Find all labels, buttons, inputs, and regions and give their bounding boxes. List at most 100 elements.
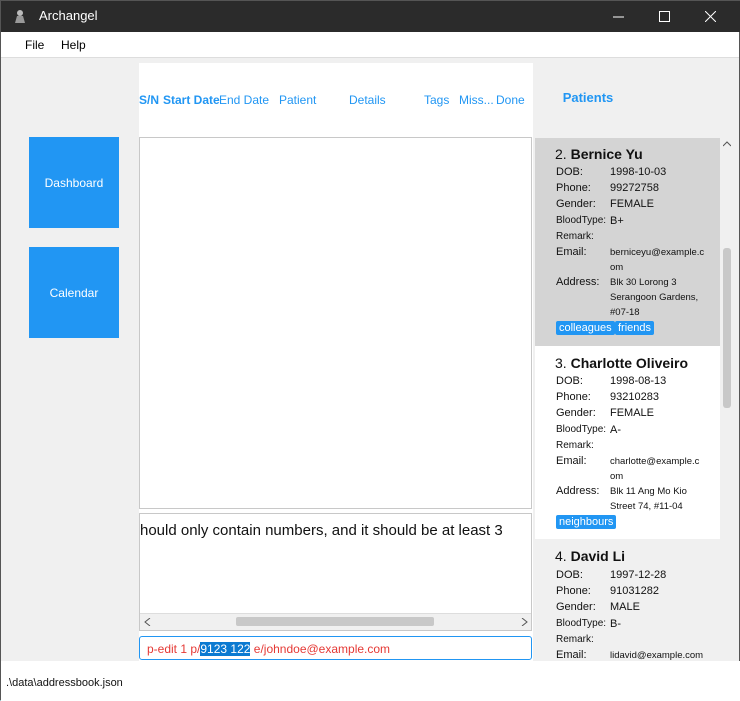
address-line-1: Blk 11 Ang Mo Kio [610, 486, 687, 497]
patient-index: 3. [555, 355, 567, 371]
result-text: hould only contain numbers, and it shoul… [140, 522, 503, 539]
column-done[interactable]: Done [496, 93, 525, 107]
patient-card[interactable]: 4. David Li DOB: 1997-12-28 Phone: 91031… [535, 539, 720, 661]
address-line-3: #07-18 [610, 307, 640, 318]
scroll-right-icon[interactable] [520, 618, 528, 626]
dob-label: DOB: [556, 166, 583, 178]
patient-name: 4. David Li [555, 548, 625, 564]
result-horizontal-scrollbar[interactable] [140, 613, 531, 630]
phone-label: Phone: [556, 391, 591, 403]
status-bar: .\data\addressbook.json [1, 661, 740, 701]
patient-name-text: David Li [570, 548, 626, 564]
dob-value: 1997-12-28 [610, 569, 667, 581]
patient-card[interactable]: 3. Charlotte Oliveiro DOB: 1998-08-13 Ph… [535, 346, 720, 539]
phone-value: 99272758 [610, 182, 659, 194]
app-window: Archangel File Help Dashboard Calendar S… [0, 0, 740, 701]
minimize-icon [612, 16, 624, 18]
gender-label: Gender: [556, 407, 596, 419]
patient-name-text: Bernice Yu [570, 146, 643, 162]
email-line-1: charlotte@example.c [610, 456, 700, 467]
column-patient[interactable]: Patient [279, 93, 316, 107]
tag: friends [615, 321, 655, 335]
column-end-date[interactable]: End Date [219, 93, 269, 107]
address-line-1: Blk 30 Lorong 3 [610, 277, 677, 288]
patient-index: 4. [555, 548, 567, 564]
calendar-button[interactable]: Calendar [29, 247, 119, 338]
patient-name: 3. Charlotte Oliveiro [555, 355, 688, 371]
patient-list[interactable]: 2. Bernice Yu DOB: 1998-10-03 Phone: 992… [535, 138, 720, 661]
email-line-2: om [610, 471, 624, 482]
appointment-table-header: S/N Start Date End Date Patient Details … [139, 63, 533, 137]
archangel-logo-icon [15, 10, 25, 23]
address-line-2: Street 74, #11-04 [610, 501, 683, 512]
bloodtype-label: BloodType: [556, 618, 607, 629]
sidebar: Dashboard Calendar [1, 58, 139, 661]
close-button[interactable] [687, 1, 733, 32]
dob-value: 1998-10-03 [610, 166, 667, 178]
column-start-date[interactable]: Start Date [163, 93, 220, 107]
patient-list-scroll-thumb[interactable] [723, 248, 731, 408]
command-text-before: p-edit 1 p/ [147, 642, 201, 656]
phone-value: 91031282 [610, 585, 659, 597]
phone-value: 93210283 [610, 391, 659, 403]
bloodtype-label: BloodType: [556, 424, 607, 435]
phone-label: Phone: [556, 182, 591, 194]
maximize-button[interactable] [641, 1, 687, 32]
remark-label: Remark: [556, 231, 594, 242]
column-missed[interactable]: Miss... [459, 93, 494, 107]
scroll-left-icon[interactable] [144, 618, 152, 626]
gender-label: Gender: [556, 198, 596, 210]
bloodtype-value: B- [610, 618, 621, 630]
window-title: Archangel [39, 8, 98, 23]
menu-help[interactable]: Help [61, 38, 86, 52]
status-file-path: .\data\addressbook.json [6, 677, 123, 689]
gender-value: MALE [610, 601, 640, 613]
bloodtype-value: B+ [610, 215, 624, 227]
tag: neighbours [556, 515, 617, 529]
patient-index: 2. [555, 146, 567, 162]
remark-label: Remark: [556, 634, 594, 645]
address-line-2: Serangoon Gardens, [610, 292, 699, 303]
gender-value: FEMALE [610, 407, 655, 419]
gender-value: FEMALE [610, 198, 655, 210]
command-input[interactable]: p-edit 1 p/9123 122 e/johndoe@example.co… [139, 636, 532, 660]
bloodtype-label: BloodType: [556, 215, 607, 226]
email-line-1: berniceyu@example.c [610, 247, 705, 258]
minimize-button[interactable] [595, 1, 641, 32]
address-label: Address: [556, 485, 600, 497]
patient-list-scrollbar[interactable] [720, 138, 734, 661]
dob-label: DOB: [556, 375, 583, 387]
scroll-up-icon[interactable] [723, 141, 731, 147]
email-line-2: om [610, 262, 624, 273]
dob-value: 1998-08-13 [610, 375, 667, 387]
bloodtype-value: A- [610, 424, 621, 436]
result-scroll-thumb[interactable] [236, 617, 434, 626]
title-bar[interactable]: Archangel [1, 1, 740, 32]
email-label: Email: [556, 455, 587, 467]
patient-card[interactable]: 2. Bernice Yu DOB: 1998-10-03 Phone: 992… [535, 138, 720, 346]
email-value: berniceyu@example.c om [610, 245, 710, 275]
patient-name: 2. Bernice Yu [555, 146, 643, 162]
patient-panel: Patients 2. Bernice Yu DOB: 1998-10-03 P… [533, 58, 739, 661]
command-text[interactable]: p-edit 1 p/9123 122 e/johndoe@example.co… [147, 642, 390, 656]
maximize-icon [658, 11, 670, 22]
column-details[interactable]: Details [349, 93, 386, 107]
result-display: hould only contain numbers, and it shoul… [139, 513, 532, 631]
appointment-table-body [139, 137, 532, 509]
column-tags[interactable]: Tags [424, 93, 449, 107]
command-text-selection: 9123 122 [200, 642, 251, 656]
phone-label: Phone: [556, 585, 591, 597]
gender-label: Gender: [556, 601, 596, 613]
email-label: Email: [556, 649, 587, 661]
close-icon [704, 11, 716, 22]
command-text-after: e/johndoe@example.com [250, 642, 391, 656]
address-label: Address: [556, 276, 600, 288]
remark-label: Remark: [556, 440, 594, 451]
column-sn[interactable]: S/N [139, 93, 159, 107]
dashboard-button[interactable]: Dashboard [29, 137, 119, 228]
tag: colleagues [556, 321, 615, 335]
email-value: lidavid@example.com [610, 650, 704, 661]
menu-file[interactable]: File [25, 38, 44, 52]
email-label: Email: [556, 246, 587, 258]
menu-bar: File Help [1, 32, 739, 58]
